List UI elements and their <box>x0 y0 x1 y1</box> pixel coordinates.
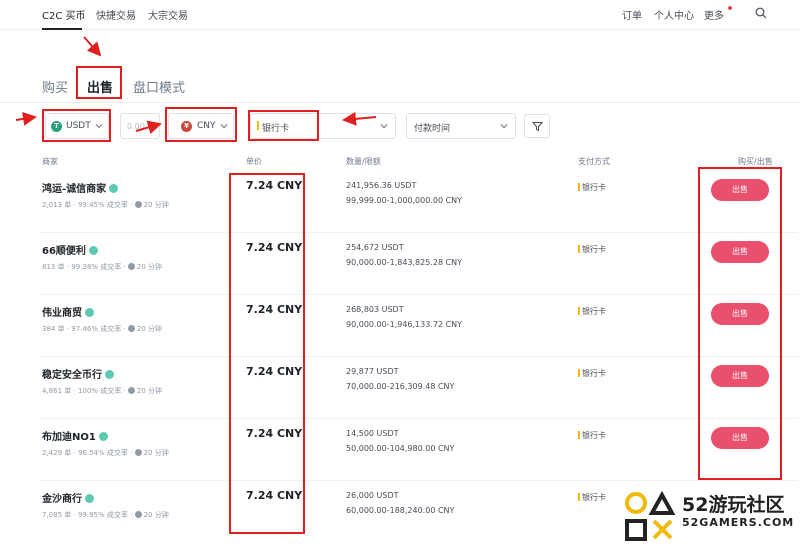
watermark-logo-icon <box>625 490 676 541</box>
annotation-arrows <box>15 36 377 135</box>
watermark-text: 52游玩社区 <box>682 494 785 516</box>
watermark: 52游玩社区 52GAMERS.COM <box>620 486 800 547</box>
watermark-url: 52GAMERS.COM <box>682 516 795 529</box>
